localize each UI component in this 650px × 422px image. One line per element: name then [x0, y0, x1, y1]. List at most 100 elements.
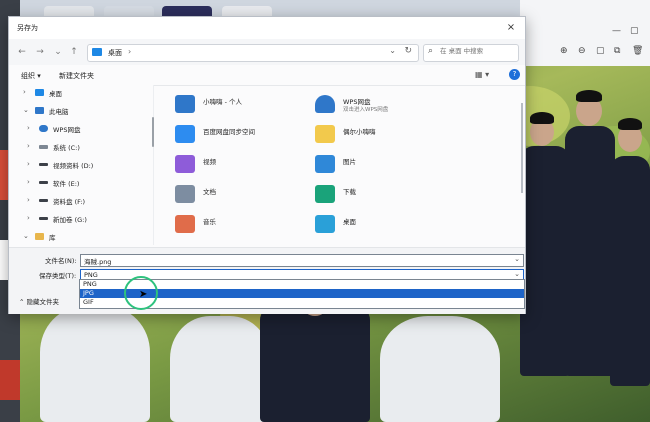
drive-icon — [39, 199, 48, 202]
list-item[interactable]: 偶尔小嗨嗨 — [315, 123, 465, 147]
filetype-label: 保存类型(T): — [39, 272, 77, 280]
sidebar-item-wps-cloud[interactable]: › WPS网盘 — [9, 121, 149, 137]
address-location[interactable]: 桌面 — [108, 48, 122, 58]
cloud-folder-icon — [175, 95, 195, 113]
sidebar-item-label: 视频资料 (D:) — [53, 162, 94, 170]
file-name: 百度网盘同步空间 — [203, 128, 255, 136]
sidebar-item-label: 库 — [49, 234, 56, 242]
help-icon[interactable]: ? — [509, 69, 520, 80]
file-name: 桌面 — [343, 218, 356, 226]
sidebar-item-drive-g[interactable]: › 新加卷 (G:) — [9, 211, 149, 227]
recent-locations-icon[interactable]: ⌄ — [51, 45, 65, 59]
photo-hair — [618, 118, 642, 130]
expand-chevron-icon[interactable]: › — [27, 214, 30, 222]
hide-folders-button[interactable]: ⌃ 隐藏文件夹 — [19, 296, 59, 306]
list-item[interactable]: 桌面 — [315, 213, 465, 237]
file-list-scrollbar[interactable] — [521, 87, 524, 243]
list-item[interactable]: 文档 — [175, 183, 325, 207]
expand-chevron-icon[interactable]: › — [27, 178, 30, 186]
sidebar-item-label: 此电脑 — [49, 108, 69, 116]
photo-hair — [530, 112, 554, 124]
baidu-sync-icon — [175, 125, 195, 143]
back-arrow-icon[interactable]: ← — [15, 45, 29, 59]
file-list: 小嗨嗨 - 个人 WPS网盘 双击进入WPS网盘 百度网盘同步空间 偶尔小嗨嗨 … — [155, 85, 521, 245]
crop-icon[interactable]: ⧉ — [614, 46, 620, 56]
drive-icon — [39, 181, 48, 184]
photo-figure — [520, 146, 570, 376]
list-item[interactable]: 音乐 — [175, 213, 325, 237]
new-folder-button[interactable]: 新建文件夹 — [59, 71, 94, 81]
address-bar[interactable]: 桌面 › ⌄ ↻ — [87, 44, 419, 62]
drive-icon — [39, 145, 48, 149]
navigation-bar: ← → ⌄ ↑ 桌面 › ⌄ ↻ ⌕ — [9, 39, 525, 65]
music-icon — [175, 215, 195, 233]
dialog-titlebar: 另存为 × — [9, 17, 525, 39]
documents-icon — [175, 185, 195, 203]
collapse-chevron-icon[interactable]: ⌄ — [23, 106, 29, 114]
view-options-icon[interactable]: ▦ ▾ — [475, 70, 489, 79]
chevron-down-icon[interactable]: ⌄ — [514, 255, 520, 263]
refresh-icon[interactable]: ↻ — [404, 46, 412, 56]
desktop-folder-icon — [315, 215, 335, 233]
breadcrumb-chevron-icon[interactable]: › — [128, 47, 131, 56]
list-item[interactable]: 百度网盘同步空间 — [175, 123, 325, 147]
sidebar-scrollbar[interactable] — [152, 117, 154, 147]
sidebar-item-label: 新加卷 (G:) — [53, 216, 87, 224]
file-description: 双击进入WPS网盘 — [343, 107, 389, 113]
file-name: 下载 — [343, 188, 356, 196]
expand-chevron-icon[interactable]: › — [27, 196, 30, 204]
sidebar-item-label: WPS网盘 — [53, 126, 81, 134]
folder-icon — [92, 48, 102, 56]
organize-button[interactable]: 组织 ▾ — [21, 71, 41, 81]
search-box[interactable]: ⌕ — [423, 44, 519, 62]
sidebar-item-drive-d[interactable]: › 视频资料 (D:) — [9, 157, 149, 173]
zoom-in-icon[interactable]: ⊕ — [560, 46, 568, 56]
file-name: 小嗨嗨 - 个人 — [203, 98, 242, 106]
expand-chevron-icon[interactable]: › — [23, 88, 26, 96]
sidebar-item-this-pc[interactable]: ⌄ 此电脑 — [9, 103, 149, 119]
library-icon — [35, 233, 44, 240]
sidebar-item-libraries[interactable]: ⌄ 库 — [9, 229, 149, 245]
file-name: 视频 — [203, 158, 216, 166]
sidebar-item-label: 系统 (C:) — [53, 144, 80, 152]
cloud-icon — [39, 125, 48, 132]
delete-icon[interactable]: 🗑 — [632, 46, 643, 56]
fit-icon[interactable]: ▢ — [596, 46, 605, 56]
expand-chevron-icon[interactable]: › — [27, 160, 30, 168]
video-icon — [175, 155, 195, 173]
chevron-down-icon[interactable]: ⌄ — [514, 270, 520, 278]
collapse-chevron-icon[interactable]: ⌄ — [23, 232, 29, 240]
photo-figure — [380, 316, 500, 422]
file-name: 音乐 — [203, 218, 216, 226]
list-item[interactable]: 下载 — [315, 183, 465, 207]
maximize-icon[interactable]: ▢ — [630, 26, 639, 36]
sidebar-item-drive-e[interactable]: › 软件 (E:) — [9, 175, 149, 191]
file-name: 偶尔小嗨嗨 — [343, 128, 376, 136]
filetype-value[interactable]: PNG — [84, 271, 98, 279]
chevron-down-icon[interactable]: ⌄ — [389, 46, 396, 55]
minimize-icon[interactable]: — — [612, 26, 621, 36]
up-arrow-icon[interactable]: ↑ — [67, 45, 81, 59]
save-as-dialog: 另存为 × ← → ⌄ ↑ 桌面 › ⌄ ↻ ⌕ 组织 ▾ 新建文件夹 ▦ ▾ … — [8, 16, 526, 314]
expand-chevron-icon[interactable]: › — [27, 124, 30, 132]
list-item[interactable]: WPS网盘 双击进入WPS网盘 — [315, 93, 465, 117]
forward-arrow-icon[interactable]: → — [33, 45, 47, 59]
photo-figure — [565, 126, 615, 376]
filename-field[interactable]: 海贼.png ⌄ — [80, 254, 524, 267]
list-item[interactable]: 小嗨嗨 - 个人 — [175, 93, 325, 117]
pictures-icon — [315, 155, 335, 173]
search-icon: ⌕ — [428, 46, 434, 56]
pc-icon — [35, 107, 44, 114]
list-item[interactable]: 视频 — [175, 153, 325, 177]
list-item[interactable]: 图片 — [315, 153, 465, 177]
expand-chevron-icon[interactable]: › — [27, 142, 30, 150]
sidebar-item-desktop[interactable]: › 桌面 — [9, 85, 149, 101]
search-input[interactable] — [440, 47, 514, 55]
filename-value[interactable]: 海贼.png — [84, 256, 111, 266]
scrollbar-thumb[interactable] — [521, 103, 523, 193]
sidebar-item-drive-c[interactable]: › 系统 (C:) — [9, 139, 149, 155]
dialog-title: 另存为 — [17, 24, 38, 32]
close-icon[interactable]: × — [503, 20, 519, 36]
zoom-out-icon[interactable]: ⊖ — [578, 46, 586, 56]
sidebar-item-drive-f[interactable]: › 资料盘 (F:) — [9, 193, 149, 209]
